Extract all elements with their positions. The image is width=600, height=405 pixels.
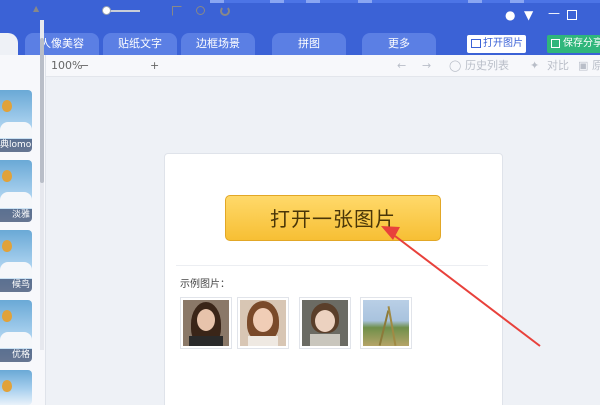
annotation-arrow-shaft [394, 235, 541, 347]
annotation-arrow [381, 226, 541, 347]
